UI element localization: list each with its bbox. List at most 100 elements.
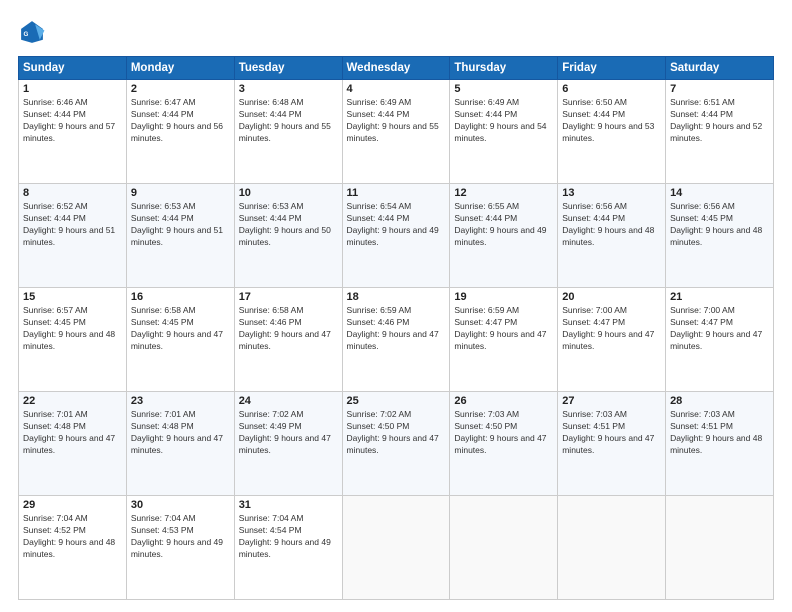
table-row: 31 Sunrise: 7:04 AMSunset: 4:54 PMDaylig… [234, 496, 342, 600]
day-number: 16 [131, 291, 230, 303]
calendar-week-row: 8 Sunrise: 6:52 AMSunset: 4:44 PMDayligh… [19, 184, 774, 288]
day-info: Sunrise: 7:00 AMSunset: 4:47 PMDaylight:… [562, 305, 661, 353]
day-number: 7 [670, 83, 769, 95]
table-row: 12 Sunrise: 6:55 AMSunset: 4:44 PMDaylig… [450, 184, 558, 288]
day-info: Sunrise: 6:57 AMSunset: 4:45 PMDaylight:… [23, 305, 122, 353]
day-info: Sunrise: 7:04 AMSunset: 4:52 PMDaylight:… [23, 513, 122, 561]
table-row: 29 Sunrise: 7:04 AMSunset: 4:52 PMDaylig… [19, 496, 127, 600]
table-row: 17 Sunrise: 6:58 AMSunset: 4:46 PMDaylig… [234, 288, 342, 392]
table-row: 21 Sunrise: 7:00 AMSunset: 4:47 PMDaylig… [666, 288, 774, 392]
table-row [666, 496, 774, 600]
day-number: 2 [131, 83, 230, 95]
logo: G [18, 18, 50, 46]
calendar-table: Sunday Monday Tuesday Wednesday Thursday… [18, 56, 774, 600]
day-number: 8 [23, 187, 122, 199]
table-row: 8 Sunrise: 6:52 AMSunset: 4:44 PMDayligh… [19, 184, 127, 288]
day-info: Sunrise: 6:47 AMSunset: 4:44 PMDaylight:… [131, 97, 230, 145]
day-info: Sunrise: 6:58 AMSunset: 4:45 PMDaylight:… [131, 305, 230, 353]
table-row: 28 Sunrise: 7:03 AMSunset: 4:51 PMDaylig… [666, 392, 774, 496]
table-row: 22 Sunrise: 7:01 AMSunset: 4:48 PMDaylig… [19, 392, 127, 496]
table-row: 20 Sunrise: 7:00 AMSunset: 4:47 PMDaylig… [558, 288, 666, 392]
table-row [450, 496, 558, 600]
day-number: 13 [562, 187, 661, 199]
day-number: 6 [562, 83, 661, 95]
table-row: 13 Sunrise: 6:56 AMSunset: 4:44 PMDaylig… [558, 184, 666, 288]
day-number: 3 [239, 83, 338, 95]
day-info: Sunrise: 6:58 AMSunset: 4:46 PMDaylight:… [239, 305, 338, 353]
day-number: 9 [131, 187, 230, 199]
table-row: 11 Sunrise: 6:54 AMSunset: 4:44 PMDaylig… [342, 184, 450, 288]
day-number: 29 [23, 499, 122, 511]
day-number: 25 [347, 395, 446, 407]
table-row: 19 Sunrise: 6:59 AMSunset: 4:47 PMDaylig… [450, 288, 558, 392]
day-info: Sunrise: 7:01 AMSunset: 4:48 PMDaylight:… [23, 409, 122, 457]
day-number: 11 [347, 187, 446, 199]
col-tuesday: Tuesday [234, 57, 342, 80]
day-number: 22 [23, 395, 122, 407]
table-row: 27 Sunrise: 7:03 AMSunset: 4:51 PMDaylig… [558, 392, 666, 496]
table-row: 4 Sunrise: 6:49 AMSunset: 4:44 PMDayligh… [342, 80, 450, 184]
day-number: 4 [347, 83, 446, 95]
page: G Sunday Monday Tuesday Wednesday Thursd… [0, 0, 792, 612]
day-info: Sunrise: 7:04 AMSunset: 4:54 PMDaylight:… [239, 513, 338, 561]
table-row [558, 496, 666, 600]
col-saturday: Saturday [666, 57, 774, 80]
day-info: Sunrise: 6:53 AMSunset: 4:44 PMDaylight:… [239, 201, 338, 249]
col-sunday: Sunday [19, 57, 127, 80]
day-number: 30 [131, 499, 230, 511]
day-number: 24 [239, 395, 338, 407]
day-number: 31 [239, 499, 338, 511]
day-info: Sunrise: 7:02 AMSunset: 4:49 PMDaylight:… [239, 409, 338, 457]
day-number: 23 [131, 395, 230, 407]
day-info: Sunrise: 6:54 AMSunset: 4:44 PMDaylight:… [347, 201, 446, 249]
calendar-week-row: 1 Sunrise: 6:46 AMSunset: 4:44 PMDayligh… [19, 80, 774, 184]
table-row: 18 Sunrise: 6:59 AMSunset: 4:46 PMDaylig… [342, 288, 450, 392]
day-number: 20 [562, 291, 661, 303]
day-number: 14 [670, 187, 769, 199]
day-number: 27 [562, 395, 661, 407]
col-friday: Friday [558, 57, 666, 80]
day-number: 18 [347, 291, 446, 303]
header: G [18, 18, 774, 46]
col-thursday: Thursday [450, 57, 558, 80]
day-info: Sunrise: 6:55 AMSunset: 4:44 PMDaylight:… [454, 201, 553, 249]
day-info: Sunrise: 6:56 AMSunset: 4:45 PMDaylight:… [670, 201, 769, 249]
day-number: 5 [454, 83, 553, 95]
col-wednesday: Wednesday [342, 57, 450, 80]
day-info: Sunrise: 7:03 AMSunset: 4:50 PMDaylight:… [454, 409, 553, 457]
table-row: 25 Sunrise: 7:02 AMSunset: 4:50 PMDaylig… [342, 392, 450, 496]
day-info: Sunrise: 6:59 AMSunset: 4:47 PMDaylight:… [454, 305, 553, 353]
day-number: 17 [239, 291, 338, 303]
table-row: 16 Sunrise: 6:58 AMSunset: 4:45 PMDaylig… [126, 288, 234, 392]
logo-icon: G [18, 18, 46, 46]
table-row: 10 Sunrise: 6:53 AMSunset: 4:44 PMDaylig… [234, 184, 342, 288]
day-info: Sunrise: 7:03 AMSunset: 4:51 PMDaylight:… [562, 409, 661, 457]
calendar-week-row: 15 Sunrise: 6:57 AMSunset: 4:45 PMDaylig… [19, 288, 774, 392]
day-info: Sunrise: 6:59 AMSunset: 4:46 PMDaylight:… [347, 305, 446, 353]
day-info: Sunrise: 6:49 AMSunset: 4:44 PMDaylight:… [347, 97, 446, 145]
day-info: Sunrise: 6:49 AMSunset: 4:44 PMDaylight:… [454, 97, 553, 145]
table-row: 6 Sunrise: 6:50 AMSunset: 4:44 PMDayligh… [558, 80, 666, 184]
day-info: Sunrise: 6:50 AMSunset: 4:44 PMDaylight:… [562, 97, 661, 145]
day-number: 12 [454, 187, 553, 199]
table-row: 9 Sunrise: 6:53 AMSunset: 4:44 PMDayligh… [126, 184, 234, 288]
table-row: 23 Sunrise: 7:01 AMSunset: 4:48 PMDaylig… [126, 392, 234, 496]
calendar-week-row: 29 Sunrise: 7:04 AMSunset: 4:52 PMDaylig… [19, 496, 774, 600]
table-row: 7 Sunrise: 6:51 AMSunset: 4:44 PMDayligh… [666, 80, 774, 184]
day-info: Sunrise: 7:02 AMSunset: 4:50 PMDaylight:… [347, 409, 446, 457]
day-info: Sunrise: 7:00 AMSunset: 4:47 PMDaylight:… [670, 305, 769, 353]
table-row: 2 Sunrise: 6:47 AMSunset: 4:44 PMDayligh… [126, 80, 234, 184]
calendar-week-row: 22 Sunrise: 7:01 AMSunset: 4:48 PMDaylig… [19, 392, 774, 496]
day-number: 1 [23, 83, 122, 95]
table-row: 30 Sunrise: 7:04 AMSunset: 4:53 PMDaylig… [126, 496, 234, 600]
day-number: 21 [670, 291, 769, 303]
col-monday: Monday [126, 57, 234, 80]
day-number: 19 [454, 291, 553, 303]
day-number: 10 [239, 187, 338, 199]
day-info: Sunrise: 6:56 AMSunset: 4:44 PMDaylight:… [562, 201, 661, 249]
day-info: Sunrise: 6:51 AMSunset: 4:44 PMDaylight:… [670, 97, 769, 145]
day-number: 15 [23, 291, 122, 303]
table-row: 5 Sunrise: 6:49 AMSunset: 4:44 PMDayligh… [450, 80, 558, 184]
table-row: 15 Sunrise: 6:57 AMSunset: 4:45 PMDaylig… [19, 288, 127, 392]
table-row: 26 Sunrise: 7:03 AMSunset: 4:50 PMDaylig… [450, 392, 558, 496]
